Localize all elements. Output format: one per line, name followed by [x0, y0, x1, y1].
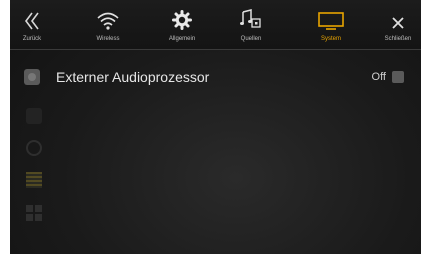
ghost-grid-icon	[26, 205, 42, 221]
toggle-switch[interactable]	[392, 71, 404, 83]
ghost-equalizer-icon	[26, 172, 42, 188]
back-label: Zurück	[22, 36, 42, 42]
audio-processor-icon	[24, 69, 40, 85]
item-label: Externer Audioprozessor	[56, 69, 210, 85]
double-chevron-left-icon	[24, 0, 40, 30]
tab-wireless[interactable]: Wireless	[82, 0, 134, 50]
system-label: System	[320, 36, 341, 42]
close-icon	[391, 0, 405, 30]
ghost-icon-1	[26, 108, 42, 124]
top-navigation-bar: Zurück Wireless Allgemein Quellen System…	[10, 0, 421, 50]
item-value: Off	[371, 71, 386, 83]
settings-screen: Zurück Wireless Allgemein Quellen System…	[10, 0, 421, 254]
ghost-gear-icon	[26, 140, 42, 156]
general-label: Allgemein	[168, 36, 196, 42]
monitor-icon	[318, 0, 344, 30]
tab-general[interactable]: Allgemein	[152, 0, 212, 50]
sources-label: Quellen	[240, 36, 262, 42]
back-button[interactable]: Zurück	[10, 0, 54, 50]
music-source-icon	[240, 0, 262, 30]
close-button[interactable]: Schließen	[376, 0, 420, 50]
close-label: Schließen	[384, 36, 412, 42]
wireless-label: Wireless	[96, 36, 120, 42]
wifi-icon	[97, 0, 119, 30]
tab-system[interactable]: System	[304, 0, 358, 50]
tab-sources[interactable]: Quellen	[224, 0, 278, 50]
list-item-external-audio-processor[interactable]: Externer Audioprozessor Off	[24, 62, 404, 92]
gear-icon	[172, 0, 192, 30]
